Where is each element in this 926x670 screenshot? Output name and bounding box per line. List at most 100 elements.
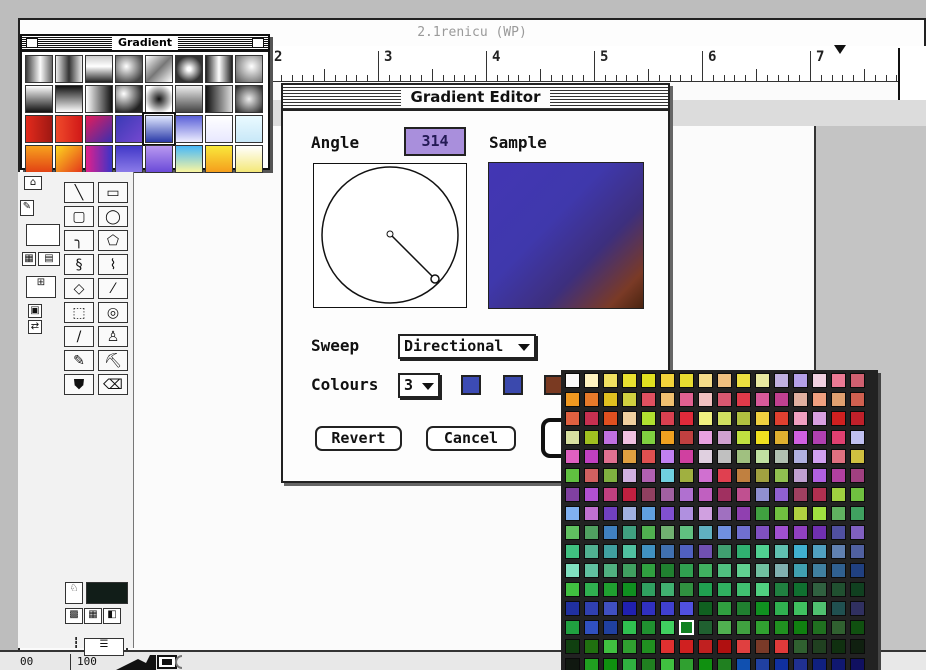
colour-swatch[interactable] xyxy=(717,639,732,654)
colour-swatch[interactable] xyxy=(565,639,580,654)
arrow-tool-icon[interactable]: ⌂ xyxy=(24,176,42,190)
freehand-tool-icon[interactable]: ⌇ xyxy=(98,254,128,275)
gradient-swatch[interactable] xyxy=(55,145,83,173)
colour-swatch[interactable] xyxy=(622,620,637,635)
colour-swatch[interactable] xyxy=(736,449,751,464)
layer-icon[interactable]: ▤ xyxy=(38,252,60,266)
colour-swatch[interactable] xyxy=(755,544,770,559)
gradient-swatch[interactable] xyxy=(55,115,83,143)
revert-button[interactable]: Revert xyxy=(315,426,402,451)
gradient-swatch[interactable] xyxy=(25,145,53,173)
colour-swatch[interactable] xyxy=(584,639,599,654)
colour-swatch[interactable] xyxy=(679,525,694,540)
close-box-icon[interactable] xyxy=(26,38,38,48)
eraser-tool-icon[interactable]: ⌫ xyxy=(98,374,128,395)
gradient-swatch[interactable] xyxy=(175,115,203,143)
colour-swatch[interactable] xyxy=(603,392,618,407)
colour-swatch[interactable] xyxy=(565,525,580,540)
colour-swatch[interactable] xyxy=(641,373,656,388)
colour-swatch[interactable] xyxy=(698,392,713,407)
colour-swatch[interactable] xyxy=(850,563,865,578)
colour-swatch[interactable] xyxy=(812,487,827,502)
colour-swatch[interactable] xyxy=(717,468,732,483)
colour-swatch[interactable] xyxy=(793,430,808,445)
colour-swatch[interactable] xyxy=(641,487,656,502)
colour-swatch[interactable] xyxy=(660,658,675,670)
colour-swatch[interactable] xyxy=(584,582,599,597)
gradient-swatch[interactable] xyxy=(55,55,83,83)
colour-swatch[interactable] xyxy=(736,658,751,670)
gradient-swatch[interactable] xyxy=(85,115,113,143)
colour-swatch[interactable] xyxy=(755,601,770,616)
colour-swatch[interactable] xyxy=(717,525,732,540)
gradient-swatch[interactable] xyxy=(175,145,203,173)
colour-swatch[interactable] xyxy=(603,639,618,654)
colour-swatch[interactable] xyxy=(793,525,808,540)
colour-swatch[interactable] xyxy=(584,525,599,540)
colour-swatch[interactable] xyxy=(793,392,808,407)
colour-swatch[interactable] xyxy=(698,544,713,559)
colour-swatch[interactable] xyxy=(850,487,865,502)
colour-swatch[interactable] xyxy=(698,449,713,464)
colour-swatch[interactable] xyxy=(755,563,770,578)
color-mode-icon[interactable]: ▩ xyxy=(65,608,83,624)
colour-swatch[interactable] xyxy=(603,468,618,483)
colour-swatch[interactable] xyxy=(793,449,808,464)
colour-swatch[interactable] xyxy=(698,563,713,578)
colour-swatch[interactable] xyxy=(774,639,789,654)
colour-swatch[interactable] xyxy=(679,620,694,635)
colour-swatch[interactable] xyxy=(603,658,618,670)
colour-swatch[interactable] xyxy=(774,601,789,616)
colour-swatch[interactable] xyxy=(622,525,637,540)
gradient-swatch[interactable] xyxy=(25,115,53,143)
colour-swatch[interactable] xyxy=(565,373,580,388)
gradient-swatch[interactable] xyxy=(205,115,233,143)
colour-swatch[interactable] xyxy=(679,639,694,654)
zoom-field[interactable]: 100 xyxy=(70,654,120,670)
colour-swatch[interactable] xyxy=(755,487,770,502)
gradient-swatch[interactable] xyxy=(175,85,203,113)
colour-swatch[interactable] xyxy=(622,639,637,654)
colour-swatch[interactable] xyxy=(622,487,637,502)
colour-swatch[interactable] xyxy=(793,373,808,388)
colour-swatch[interactable] xyxy=(641,620,656,635)
colour-swatch[interactable] xyxy=(717,506,732,521)
colour-swatch[interactable] xyxy=(717,582,732,597)
colour-swatch[interactable] xyxy=(565,658,580,670)
colour-swatch[interactable] xyxy=(603,506,618,521)
colour-swatch[interactable] xyxy=(736,430,751,445)
colour-swatch[interactable] xyxy=(565,620,580,635)
flask-tool-icon[interactable]: ♙ xyxy=(98,326,128,347)
colour-swatch[interactable] xyxy=(622,411,637,426)
gradient-swatch[interactable] xyxy=(145,55,173,83)
bucket-tool-icon[interactable]: ⛏ xyxy=(98,350,128,371)
colour-swatch[interactable] xyxy=(565,468,580,483)
rounded-rectangle-tool-icon[interactable]: ▢ xyxy=(64,206,94,227)
colour-swatch[interactable] xyxy=(717,373,732,388)
colour-swatch[interactable] xyxy=(831,411,846,426)
spiral-tool-icon[interactable]: § xyxy=(64,254,94,275)
colour-swatch[interactable] xyxy=(850,601,865,616)
colour-swatch[interactable] xyxy=(812,411,827,426)
colour-swatch[interactable] xyxy=(698,601,713,616)
gradient-swatch[interactable] xyxy=(235,145,263,173)
colour-swatch[interactable] xyxy=(736,468,751,483)
colour-swatch[interactable] xyxy=(565,411,580,426)
gradient-swatch[interactable] xyxy=(205,85,233,113)
colour-swatch[interactable] xyxy=(622,601,637,616)
colour-swatch[interactable] xyxy=(660,468,675,483)
colour-swatch[interactable] xyxy=(717,392,732,407)
colour-swatch[interactable] xyxy=(774,373,789,388)
colour-swatch[interactable] xyxy=(736,563,751,578)
colour-swatch[interactable] xyxy=(679,487,694,502)
grid-icon[interactable]: ⊞ xyxy=(26,276,56,298)
gradient-swatch[interactable] xyxy=(235,55,263,83)
gradient-mode-icon[interactable]: ◧ xyxy=(103,608,121,624)
colour-swatch[interactable] xyxy=(717,620,732,635)
colour-swatch[interactable] xyxy=(831,601,846,616)
colour-swatch[interactable] xyxy=(736,544,751,559)
colour-swatch[interactable] xyxy=(793,601,808,616)
colour-swatch[interactable] xyxy=(755,639,770,654)
colour-swatch[interactable] xyxy=(774,468,789,483)
colour-swatch[interactable] xyxy=(736,392,751,407)
